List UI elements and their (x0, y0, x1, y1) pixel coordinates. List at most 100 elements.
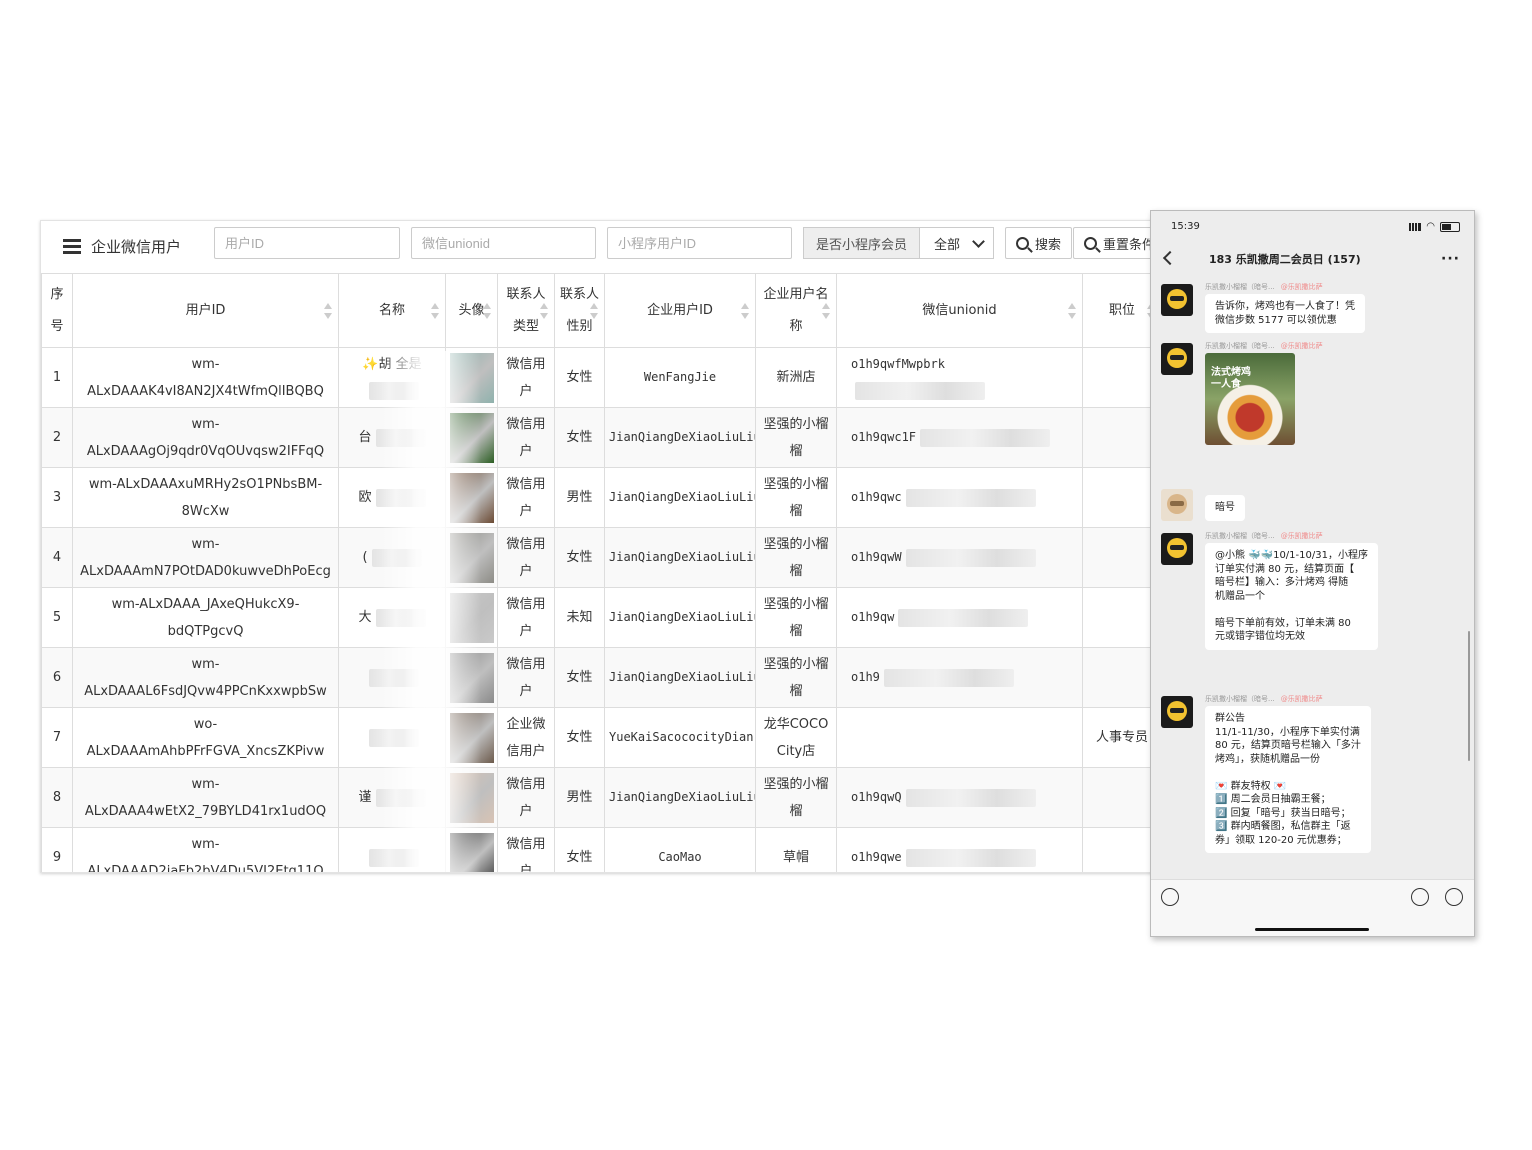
status-time: 15:39 (1171, 221, 1200, 232)
reset-button-label: 重置条件 (1103, 237, 1154, 253)
group-bot-avatar[interactable] (1161, 284, 1193, 316)
table-row[interactable]: 1 wm-ALxDAAAK4vI8AN2JX4tWfmQlIBQBQ ✨胡 全是 微信… (41, 347, 1153, 408)
avatar-cell (445, 407, 498, 468)
corp-user-id-cell: JianQiangDeXiaoLiuLiu (604, 587, 756, 648)
contact-type-cell: 微信用户 (497, 527, 555, 588)
table-row[interactable]: 7 wo-ALxDAAAmAhbPFrFGVA_XncsZKPivw 企业微信用户女… (41, 707, 1153, 768)
message-bubble[interactable]: 暗号 (1205, 495, 1245, 521)
member-filter-label: 是否小程序会员 (803, 227, 920, 259)
sort-icon[interactable] (741, 302, 749, 319)
sort-icon[interactable] (540, 302, 548, 319)
admin-panel: 企业微信用户 是否小程序会员 全部 搜索 重置条件 序号 用户ID (40, 220, 1154, 873)
contact-type-cell: 微信用户 (497, 467, 555, 528)
corp-user-name-cell: 坚强的小榴榴 (755, 407, 837, 468)
table-body: 1 wm-ALxDAAAK4vI8AN2JX4tWfmQlIBQBQ ✨胡 全是 微信… (41, 347, 1153, 872)
message-bubble[interactable]: @小熊 🐳🐳10/1-10/31，小程序 订单实付满 80 元，结算页面【 暗号… (1205, 543, 1378, 650)
message-sender: 乐凯撒小榴榴（暗号... @乐凯撒比萨 (1205, 283, 1323, 291)
column-header[interactable]: 序号 (41, 273, 73, 348)
back-icon[interactable] (1162, 250, 1178, 266)
sort-icon[interactable] (1068, 302, 1076, 319)
redacted-text (883, 668, 1014, 687)
sort-icon[interactable] (483, 302, 491, 319)
column-header[interactable]: 职位 (1082, 273, 1153, 348)
redacted-text (855, 382, 985, 400)
search-button[interactable]: 搜索 (1005, 227, 1073, 259)
contact-type-cell: 微信用户 (497, 407, 555, 468)
column-header[interactable]: 联系人类型 (497, 273, 555, 348)
chat-header: 183 乐凯撒周二会员日 (157) ··· (1151, 243, 1474, 273)
column-header[interactable]: 联系人性别 (554, 273, 605, 348)
row-number: 2 (41, 407, 73, 468)
search-icon (1016, 236, 1029, 250)
table-row[interactable]: 5 wm-ALxDAAA_JAxeQHukcX9-bdQTPgcvQ 大微信用户 未知… (41, 587, 1153, 648)
sort-icon[interactable] (431, 302, 439, 319)
row-number: 1 (41, 347, 73, 408)
position-cell (1082, 407, 1153, 468)
column-header[interactable]: 用户ID (72, 273, 339, 348)
unionid-cell: o1h9qwfMwpbrk (836, 347, 1083, 408)
table-row[interactable]: 6 wm-ALxDAAAL6FsdJQvw4PPCnKxxwpbSw 微信用户 女性 J… (41, 647, 1153, 708)
gender-cell: 女性 (554, 827, 605, 872)
unionid-cell: o1h9qwW (836, 527, 1083, 588)
sort-icon[interactable] (590, 302, 598, 319)
table-row[interactable]: 2 wm-ALxDAAAgOj9qdr0VqOUvqsw2IFFqQ 台微信用户 女性… (41, 407, 1153, 468)
reset-button[interactable]: 重置条件 (1073, 227, 1154, 259)
home-indicator (1255, 928, 1369, 931)
message-bubble[interactable]: 告诉你，烤鸡也有一人食了！凭 微信步数 5177 可以领优惠 (1205, 294, 1365, 333)
corp-user-id-cell: YueKaiSacococityDian (604, 707, 756, 768)
corp-user-name-cell: 坚强的小榴榴 (755, 587, 837, 648)
user-id-cell: wm-ALxDAAAD2jaFb2bV4Du5VJ2Etq11Q (72, 827, 339, 872)
more-icon[interactable]: ··· (1441, 251, 1460, 267)
member-filter-value: 全部 (934, 237, 961, 253)
avatar (450, 472, 494, 523)
message-image[interactable]: 法式烤鸡 一人食 (1205, 353, 1295, 445)
redacted-text (369, 848, 419, 867)
unionid-input[interactable] (411, 227, 596, 259)
name-cell (338, 707, 446, 768)
user-id-cell: wm-ALxDAAAgOj9qdr0VqOUvqsw2IFFqQ (72, 407, 339, 468)
signal-icon (1409, 222, 1422, 231)
table-row[interactable]: 9 wm-ALxDAAAD2jaFb2bV4Du5VJ2Etq11Q 微信用户 女性 C… (41, 827, 1153, 872)
group-bot-avatar[interactable] (1161, 533, 1193, 565)
redacted-text (375, 608, 426, 627)
row-number: 5 (41, 587, 73, 648)
column-header[interactable]: 微信unionid (836, 273, 1083, 348)
message-bubble[interactable]: 群公告 11/1-11/30，小程序下单实付满 80 元，结算页暗号栏输入「多汁… (1205, 706, 1371, 853)
redacted-text (905, 548, 1036, 567)
row-number: 8 (41, 767, 73, 828)
position-cell (1082, 647, 1153, 708)
chat-scrollbar[interactable] (1468, 631, 1470, 761)
message-sender: 乐凯撒小榴榴（暗号... @乐凯撒比萨 (1205, 532, 1323, 540)
corp-user-name-cell: 坚强的小榴榴 (755, 767, 837, 828)
table-row[interactable]: 4 wm-ALxDAAAmN7POtDAD0kuwveDhPoEcg(微信用户 女性… (41, 527, 1153, 588)
position-cell (1082, 767, 1153, 828)
contact-type-cell: 企业微信用户 (497, 707, 555, 768)
miniapp-user-id-input[interactable] (607, 227, 792, 259)
sort-icon[interactable] (822, 302, 830, 319)
column-header[interactable]: 名称 (338, 273, 446, 348)
voice-icon[interactable] (1161, 888, 1179, 906)
column-header[interactable]: 企业用户名称 (755, 273, 837, 348)
user-avatar[interactable] (1161, 489, 1193, 521)
column-header[interactable]: 头像 (445, 273, 498, 348)
row-number: 7 (41, 707, 73, 768)
group-bot-avatar[interactable] (1161, 696, 1193, 728)
sort-icon[interactable] (324, 302, 332, 319)
row-number: 3 (41, 467, 73, 528)
column-header[interactable]: 企业用户ID (604, 273, 756, 348)
emoji-icon[interactable] (1411, 888, 1429, 906)
table-row[interactable]: 3 wm-ALxDAAAxuMRHy2sO1PNbsBM-8WcXw 欧微信用户 男性… (41, 467, 1153, 528)
position-cell (1082, 527, 1153, 588)
name-cell: 谨 (338, 767, 446, 828)
redacted-text (371, 548, 422, 567)
contact-type-cell: 微信用户 (497, 647, 555, 708)
name-cell: ✨胡 全是 (338, 347, 446, 408)
group-bot-avatar[interactable] (1161, 343, 1193, 375)
user-id-input[interactable] (214, 227, 400, 259)
table-row[interactable]: 8 wm-ALxDAAA4wEtX2_79BYLD41rx1udOQ 谨微信用户 男性… (41, 767, 1153, 828)
corp-user-id-cell: CaoMao (604, 827, 756, 872)
row-number: 9 (41, 827, 73, 872)
message-sender: 乐凯撒小榴榴（暗号... @乐凯撒比萨 (1205, 695, 1323, 703)
member-filter-select[interactable]: 全部 (919, 227, 994, 259)
plus-icon[interactable] (1445, 888, 1463, 906)
